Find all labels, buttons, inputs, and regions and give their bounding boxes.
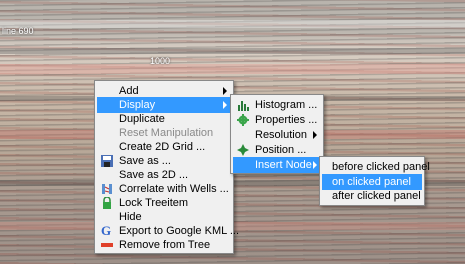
- seismic-reflector: [0, 64, 465, 74]
- line-label: line 690: [2, 26, 34, 36]
- remove-icon: [101, 239, 113, 251]
- seismic-reflector: [0, 48, 465, 54]
- histogram-icon: [237, 99, 249, 111]
- menu-item-after-clicked-panel[interactable]: after clicked panel: [322, 188, 422, 204]
- menu-item-remove-from-tree[interactable]: Remove from Tree: [97, 237, 231, 253]
- position-icon: [237, 144, 249, 156]
- submenu-arrow-icon: [223, 87, 227, 95]
- menu-item-properties[interactable]: Properties ...: [233, 112, 321, 128]
- menu-item-before-clicked-panel[interactable]: before clicked panel: [322, 159, 430, 175]
- lock-icon: [101, 196, 113, 209]
- menu-item-histogram[interactable]: Histogram ...: [233, 97, 321, 113]
- submenu-arrow-icon: [313, 161, 317, 169]
- submenu-arrow-icon: [313, 131, 317, 139]
- menu-item-position[interactable]: Position ...: [233, 142, 321, 158]
- menu-item-insert-node[interactable]: Insert Node: [233, 157, 321, 173]
- google-icon: G: [101, 223, 112, 238]
- seismic-reflector: [0, 20, 465, 28]
- context-menu: Add Display Duplicate Reset Manipulation…: [94, 80, 239, 254]
- insert-node-submenu: before clicked panel on clicked panel af…: [319, 156, 430, 206]
- submenu-arrow-icon: [223, 101, 227, 109]
- tick-label: 1000: [150, 56, 171, 66]
- menu-item-resolution[interactable]: Resolution: [233, 127, 321, 143]
- display-submenu: Histogram ... Properties ... Resolution …: [230, 94, 324, 174]
- save-icon: [101, 155, 113, 167]
- well-correlate-icon: [101, 183, 113, 195]
- gear-icon: [237, 114, 249, 126]
